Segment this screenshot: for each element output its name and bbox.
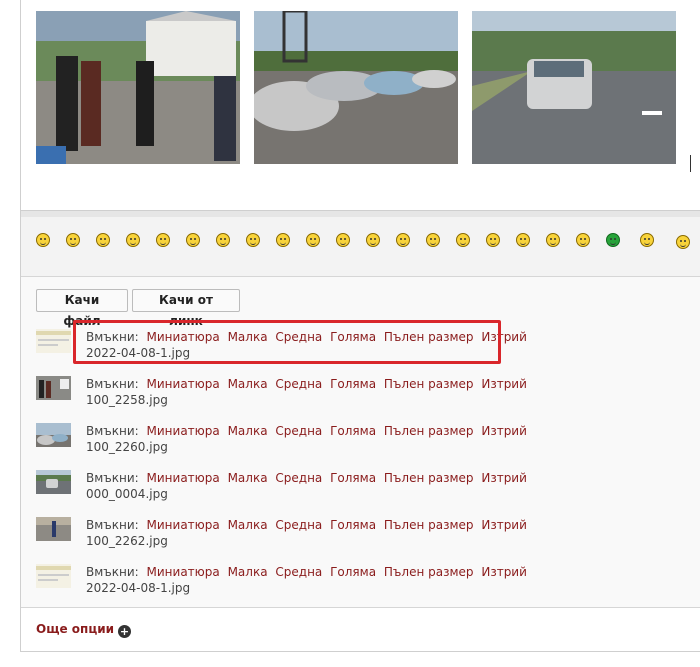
smile-icon[interactable] [36, 233, 50, 247]
insert-medium-link[interactable]: Средна [275, 424, 322, 438]
arrow-icon[interactable] [516, 233, 530, 247]
smiley-toolbar [21, 211, 700, 277]
sad-icon[interactable] [96, 233, 110, 247]
insert-label: Вмъкни: [86, 471, 139, 485]
message-editor[interactable] [21, 0, 700, 211]
attachment-row: Вмъкни: Миниатюра Малка Средна Голяма Пъ… [36, 376, 676, 412]
insert-thumbnail-link[interactable]: Миниатюра [147, 518, 220, 532]
delete-attachment-link[interactable]: Изтрий [481, 377, 527, 391]
evil-icon[interactable] [336, 233, 350, 247]
insert-options: Вмъкни: Миниатюра Малка Средна Голяма Пъ… [86, 423, 527, 439]
insert-label: Вмъкни: [86, 424, 139, 438]
cool-icon[interactable] [216, 233, 230, 247]
insert-options: Вмъкни: Миниатюра Малка Средна Голяма Пъ… [86, 376, 527, 392]
insert-small-link[interactable]: Малка [228, 377, 268, 391]
razz-icon[interactable] [246, 233, 260, 247]
attachment-thumbnail[interactable] [36, 564, 71, 588]
green-grin-icon[interactable] [606, 233, 620, 247]
laugh-icon[interactable] [676, 235, 690, 249]
wink-icon[interactable] [396, 233, 410, 247]
insert-small-link[interactable]: Малка [228, 424, 268, 438]
insert-large-link[interactable]: Голяма [330, 565, 376, 579]
inline-photo-road [472, 11, 676, 164]
inline-photo-parking [254, 11, 458, 164]
disguise-icon[interactable] [640, 233, 654, 247]
text-cursor [690, 155, 691, 172]
upload-file-button[interactable]: Качи файл [36, 289, 128, 328]
delete-attachment-link[interactable]: Изтрий [481, 471, 527, 485]
insert-options: Вмъкни: Миниатюра Малка Средна Голяма Пъ… [86, 517, 527, 533]
delete-attachment-link[interactable]: Изтрий [481, 518, 527, 532]
attachment-row: Вмъкни: Миниатюра Малка Средна Голяма Пъ… [36, 423, 676, 459]
insert-medium-link[interactable]: Средна [275, 565, 322, 579]
attachment-row: Вмъкни: Миниатюра Малка Средна Голяма Пъ… [36, 517, 676, 553]
highlight-box [73, 320, 501, 364]
more-options-label: Още опции [36, 622, 115, 636]
insert-full-size-link[interactable]: Пълен размер [384, 565, 474, 579]
mad-icon[interactable] [306, 233, 320, 247]
insert-thumbnail-link[interactable]: Миниатюра [147, 377, 220, 391]
happy-icon[interactable] [66, 233, 80, 247]
insert-small-link[interactable]: Малка [228, 518, 268, 532]
attachment-row: Вмъкни: Миниатюра Малка Средна Голяма Пъ… [36, 470, 676, 506]
attachment-filename: 100_2262.jpg [86, 534, 168, 548]
attachment-row: Вмъкни: Миниатюра Малка Средна Голяма Пъ… [36, 564, 676, 600]
attachment-filename: 100_2260.jpg [86, 440, 168, 454]
confused-icon[interactable] [126, 233, 140, 247]
attachment-thumbnail[interactable] [36, 517, 71, 541]
upload-link-button[interactable]: Качи от линк [132, 289, 240, 328]
more-options-link[interactable]: Още опции + [36, 622, 132, 638]
neutral-icon[interactable] [276, 233, 290, 247]
insert-large-link[interactable]: Голяма [330, 471, 376, 485]
insert-large-link[interactable]: Голяма [330, 424, 376, 438]
delete-attachment-link[interactable]: Изтрий [481, 565, 527, 579]
insert-thumbnail-link[interactable]: Миниатюра [147, 424, 220, 438]
insert-small-link[interactable]: Малка [228, 565, 268, 579]
insert-medium-link[interactable]: Средна [275, 471, 322, 485]
attachment-filename: 100_2258.jpg [86, 393, 168, 407]
attachment-thumbnail[interactable] [36, 423, 71, 447]
insert-label: Вмъкни: [86, 377, 139, 391]
insert-medium-link[interactable]: Средна [275, 377, 322, 391]
eek-icon[interactable] [186, 233, 200, 247]
delete-attachment-link[interactable]: Изтрий [481, 424, 527, 438]
insert-full-size-link[interactable]: Пълен размер [384, 377, 474, 391]
insert-thumbnail-link[interactable]: Миниатюра [147, 565, 220, 579]
attachment-thumbnail[interactable] [36, 470, 71, 494]
attachment-thumbnail[interactable] [36, 376, 71, 400]
idea-icon[interactable] [486, 233, 500, 247]
attachment-filename: 2022-04-08-1.jpg [86, 581, 191, 595]
insert-thumbnail-link[interactable]: Миниатюра [147, 471, 220, 485]
insert-full-size-link[interactable]: Пълен размер [384, 471, 474, 485]
exclaim-icon[interactable] [426, 233, 440, 247]
attachment-thumbnail[interactable] [36, 329, 71, 353]
insert-medium-link[interactable]: Средна [275, 518, 322, 532]
insert-label: Вмъкни: [86, 565, 139, 579]
insert-label: Вмъкни: [86, 518, 139, 532]
twisted-icon[interactable] [576, 233, 590, 247]
surprised-icon[interactable] [156, 233, 170, 247]
inline-photo-people [36, 11, 240, 164]
insert-full-size-link[interactable]: Пълен размер [384, 518, 474, 532]
insert-large-link[interactable]: Голяма [330, 377, 376, 391]
attachment-filename: 000_0004.jpg [86, 487, 168, 501]
insert-small-link[interactable]: Малка [228, 471, 268, 485]
question-icon[interactable] [456, 233, 470, 247]
insert-options: Вмъкни: Миниатюра Малка Средна Голяма Пъ… [86, 564, 527, 580]
plus-icon: + [118, 625, 132, 638]
glasses-icon[interactable] [546, 233, 560, 247]
insert-options: Вмъкни: Миниатюра Малка Средна Голяма Пъ… [86, 470, 527, 486]
toolbar-divider [21, 211, 700, 217]
insert-large-link[interactable]: Голяма [330, 518, 376, 532]
bottom-border [20, 651, 700, 652]
rolleyes-icon[interactable] [366, 233, 380, 247]
insert-full-size-link[interactable]: Пълен размер [384, 424, 474, 438]
